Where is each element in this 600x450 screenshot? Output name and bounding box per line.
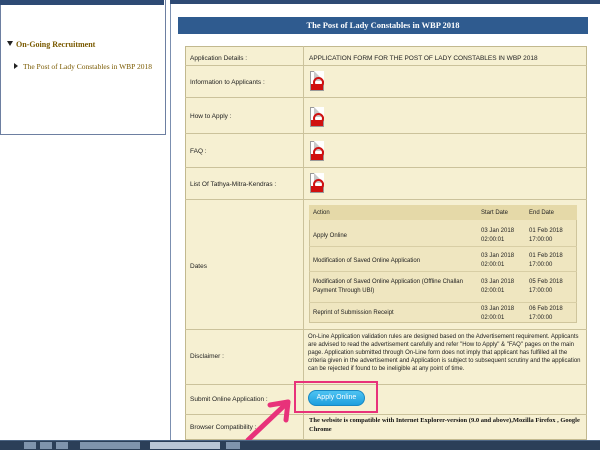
pdf-icon[interactable] [310,141,324,161]
date-end: 05 Feb 2018 [529,279,563,285]
recruitment-heading[interactable]: On-Going Recruitment [7,40,95,49]
label-faq: FAQ : [190,148,207,155]
pdf-icon[interactable] [310,71,324,91]
date-end: 06 Feb 2018 [529,306,563,312]
pdf-icon[interactable] [310,173,324,193]
taskbar-item[interactable] [226,442,240,449]
time-end: 17:00:00 [529,262,553,268]
header-start-date: Start Date [481,210,509,216]
pdf-icon-band [311,154,323,160]
table-row [185,134,587,168]
sidebar-top-bar [0,0,164,5]
label-disclaimer: Disclaimer : [190,353,224,360]
taskbar-item-active[interactable] [150,442,220,449]
date-end: 01 Feb 2018 [529,228,563,234]
label-tathya: List Of Tathya-Mitra-Kendras : [190,181,277,188]
row-divider [309,246,577,247]
pdf-icon-band [311,84,323,90]
row-divider [309,271,577,272]
disclaimer-text: On-Line Application validation rules are… [308,334,581,373]
date-start: 03 Jan 2018 [481,279,515,285]
label-information: Information to Applicants : [190,79,265,86]
date-action: Payment Through UBI) [313,288,375,294]
pdf-icon-band [311,120,323,126]
recruitment-heading-label: On-Going Recruitment [16,40,96,49]
label-application-details: Application Details : [190,55,248,62]
pdf-icon-band [311,186,323,192]
pdf-icon[interactable] [310,107,324,127]
recruitment-link[interactable]: The Post of Lady Constables in WBP 2018 [14,62,152,71]
main-top-bar [170,0,600,4]
caret-down-icon [7,41,13,46]
time-start: 02:00:01 [481,262,505,268]
label-submit: Submit Online Application : [190,396,268,403]
date-start: 03 Jan 2018 [481,228,515,234]
recruitment-link-label: The Post of Lady Constables in WBP 2018 [23,62,152,71]
date-action: Reprint of Submission Receipt [313,310,394,316]
page-title: The Post of Lady Constables in WBP 2018 [178,17,588,34]
taskbar-item[interactable] [40,442,52,449]
taskbar-item[interactable] [56,442,68,449]
header-end-date: End Date [529,210,555,216]
time-start: 02:00:01 [481,288,505,294]
date-action: Apply Online [313,233,348,239]
row-divider [309,302,577,303]
value-application-details: APPLICATION FORM FOR THE POST OF LADY CO… [309,55,538,62]
date-action: Modification of Saved Online Application… [313,279,463,285]
taskbar-item[interactable] [24,442,36,449]
label-dates: Dates [190,263,207,270]
header-action: Action [313,210,330,216]
time-end: 17:00:00 [529,237,553,243]
caret-right-icon [14,63,18,69]
time-end: 17:00:00 [529,315,553,321]
date-end: 01 Feb 2018 [529,253,563,259]
table-row [185,98,587,134]
time-end: 17:00:00 [529,288,553,294]
date-action: Modification of Saved Online Application [313,258,421,264]
apply-online-button[interactable]: Apply Online [308,390,365,406]
label-how-to-apply: How to Apply : [190,113,232,120]
browser-compat-text: The website is compatible with Internet … [309,417,580,433]
label-browser: Browser Compatibility : [190,424,257,431]
time-start: 02:00:01 [481,237,505,243]
date-start: 03 Jan 2018 [481,306,515,312]
date-start: 03 Jan 2018 [481,253,515,259]
taskbar-item[interactable] [80,442,140,449]
time-start: 02:00:01 [481,315,505,321]
